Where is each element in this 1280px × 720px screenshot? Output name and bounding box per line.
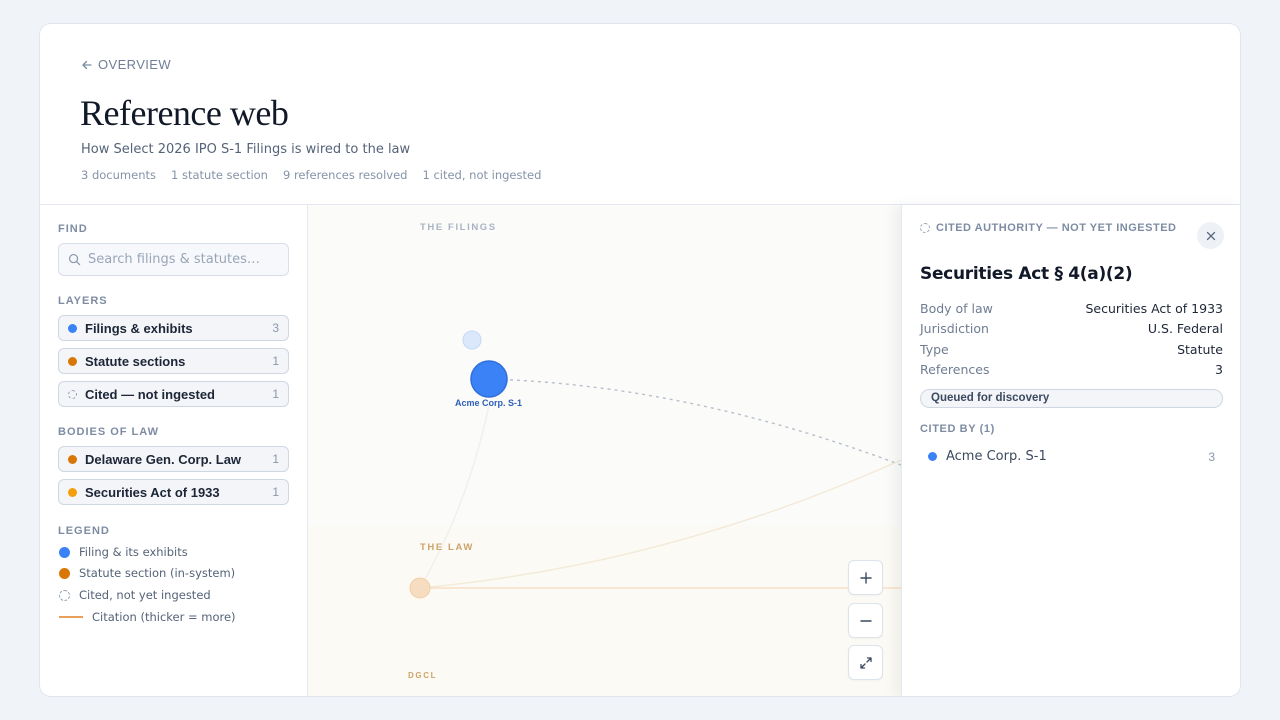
fit-to-view-button[interactable]	[848, 645, 883, 680]
field-value: Statute	[1177, 342, 1223, 357]
field-key: Body of law	[920, 301, 993, 316]
statute-node[interactable]	[409, 577, 431, 599]
filings-zone-label: THE FILINGS	[420, 222, 497, 233]
stat-documents: 3 documents	[81, 168, 156, 182]
blue-dot-icon	[59, 546, 70, 558]
close-panel-button[interactable]	[1197, 222, 1224, 249]
body-toggle-securities-act[interactable]: Securities Act of 1933 1	[58, 479, 289, 505]
minus-icon	[859, 619, 872, 622]
find-label: FIND	[58, 223, 88, 235]
layer-toggle-cited[interactable]: Cited — not ingested 1	[58, 381, 289, 407]
legend-text: Filing & its exhibits	[79, 545, 188, 559]
field-key: Type	[920, 342, 949, 357]
search-box[interactable]	[58, 243, 289, 276]
legend-text: Statute section (in-system)	[79, 566, 236, 580]
back-to-overview-link[interactable]: OVERVIEW	[81, 57, 171, 72]
node-label-acme[interactable]: Acme Corp. S-1	[455, 398, 522, 408]
page-header: OVERVIEW Reference web How Select 2026 I…	[40, 24, 1240, 205]
detail-kicker: CITED AUTHORITY — NOT YET INGESTED	[920, 222, 1176, 234]
citation-edge-dashed	[488, 378, 901, 466]
field-key: Jurisdiction	[920, 321, 989, 336]
body-label: Delaware Gen. Corp. Law	[85, 451, 242, 467]
cited-by-count: 3	[1208, 449, 1215, 464]
legend-item-filing: Filing & its exhibits	[59, 545, 188, 559]
layer-toggle-statutes[interactable]: Statute sections 1	[58, 348, 289, 374]
kicker-text: CITED AUTHORITY — NOT YET INGESTED	[936, 222, 1177, 234]
field-value: Securities Act of 1933	[1085, 301, 1224, 316]
filter-sidebar: FIND LAYERS Filings & exhibits 3 Statute…	[40, 205, 308, 696]
legend-label: LEGEND	[58, 525, 110, 537]
exhibit-node[interactable]	[462, 330, 482, 350]
filing-node-acme[interactable]	[470, 360, 508, 398]
layer-label: Filings & exhibits	[85, 320, 193, 336]
orange-dot-icon	[59, 567, 70, 579]
cited-by-label: CITED BY (1)	[920, 423, 995, 435]
orange-dot-icon	[68, 454, 77, 464]
plus-icon	[859, 571, 872, 584]
zoom-in-button[interactable]	[848, 560, 883, 595]
dashed-circle-icon	[68, 389, 77, 399]
graph-canvas[interactable]: THE FILINGS Acme Corp. S-1 THE LAW DGCL	[308, 205, 901, 696]
stats-row: 3 documents 1 statute section 9 referenc…	[81, 168, 541, 182]
status-badge: Queued for discovery	[920, 389, 1223, 408]
blue-dot-icon	[928, 452, 937, 461]
cited-by-item[interactable]: Acme Corp. S-1 3	[928, 449, 1215, 464]
zoom-out-button[interactable]	[848, 603, 883, 638]
layer-count: 1	[272, 387, 279, 401]
stat-statute-sections: 1 statute section	[171, 168, 268, 182]
page-title: Reference web	[80, 93, 289, 133]
orange-dot-icon	[68, 356, 77, 366]
detail-field-type: Type Statute	[920, 342, 1223, 357]
body-toggle-dgcl[interactable]: Delaware Gen. Corp. Law 1	[58, 446, 289, 472]
search-input[interactable]	[88, 252, 278, 267]
body-count: 1	[272, 452, 279, 466]
layers-label: LAYERS	[58, 295, 108, 307]
detail-panel: CITED AUTHORITY — NOT YET INGESTED Secur…	[901, 205, 1240, 696]
blue-dot-icon	[68, 323, 77, 333]
graph-edges	[308, 330, 901, 696]
stat-cited-not-ingested: 1 cited, not ingested	[422, 168, 542, 182]
expand-icon	[859, 656, 872, 669]
body-label: Securities Act of 1933	[85, 484, 220, 500]
detail-field-jurisdiction: Jurisdiction U.S. Federal	[920, 321, 1223, 336]
legend-text: Cited, not yet ingested	[79, 588, 211, 602]
body-count: 1	[272, 485, 279, 499]
field-value: 3	[1215, 362, 1223, 377]
dgcl-label: DGCL	[408, 671, 438, 680]
legend-text: Citation (thicker = more)	[92, 610, 236, 624]
field-key: References	[920, 362, 990, 377]
law-zone	[308, 525, 901, 696]
detail-field-body-of-law: Body of law Securities Act of 1933	[920, 301, 1223, 316]
page-subtitle: How Select 2026 IPO S-1 Filings is wired…	[81, 142, 411, 157]
close-icon	[1206, 231, 1215, 240]
citation-line-icon	[59, 616, 83, 618]
field-value: U.S. Federal	[1147, 321, 1223, 336]
amber-dot-icon	[68, 487, 77, 497]
layer-count: 3	[272, 321, 279, 335]
bodies-of-law-label: BODIES OF LAW	[58, 426, 159, 438]
law-zone-label: THE LAW	[420, 542, 474, 553]
dashed-circle-icon	[920, 223, 930, 233]
layer-toggle-filings[interactable]: Filings & exhibits 3	[58, 315, 289, 341]
stat-references-resolved: 9 references resolved	[282, 168, 408, 182]
arrow-left-icon	[82, 60, 92, 69]
search-icon	[68, 253, 81, 266]
legend-item-cited: Cited, not yet ingested	[59, 588, 211, 602]
layer-label: Cited — not ingested	[85, 386, 215, 402]
layer-count: 1	[272, 354, 279, 368]
reference-web-card: OVERVIEW Reference web How Select 2026 I…	[39, 23, 1241, 697]
detail-field-references: References 3	[920, 362, 1223, 377]
legend-item-statute: Statute section (in-system)	[59, 566, 235, 580]
detail-title: Securities Act § 4(a)(2)	[920, 264, 1133, 284]
cited-by-name: Acme Corp. S-1	[946, 449, 1047, 464]
dashed-circle-icon	[59, 589, 70, 601]
legend-item-citation: Citation (thicker = more)	[59, 610, 236, 624]
back-label[interactable]: OVERVIEW	[98, 57, 171, 72]
layer-label: Statute sections	[85, 353, 186, 369]
